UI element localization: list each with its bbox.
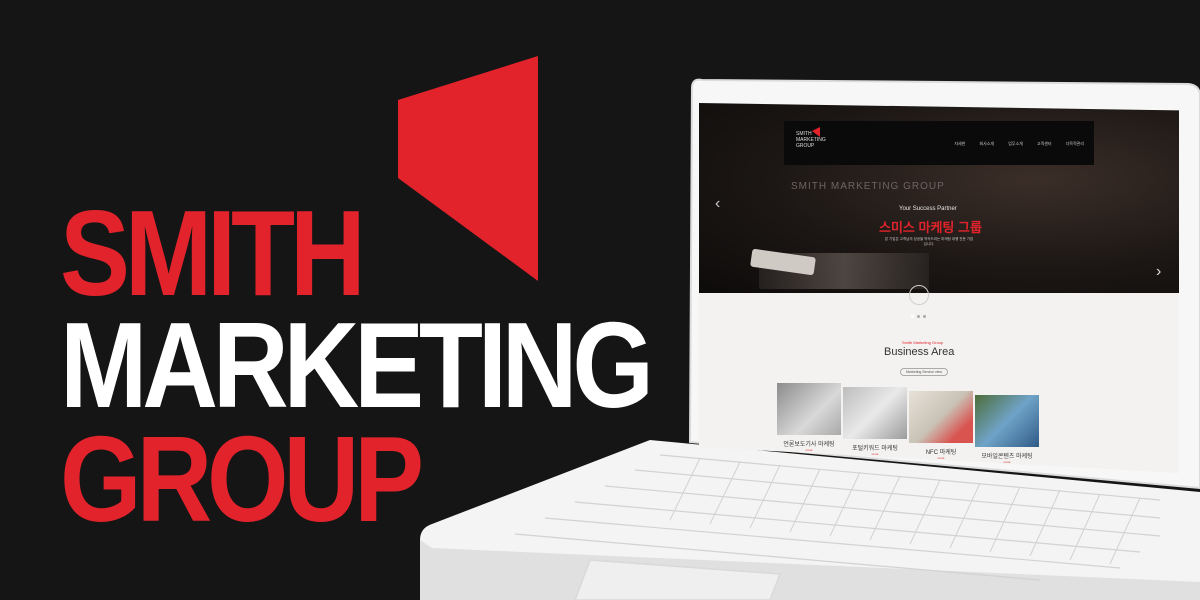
laptop-screen: SMITH MARKETING GROUP SMITH MARKETING GR… xyxy=(699,103,1179,473)
card-label: NFC 마케팅 xyxy=(925,450,957,456)
section-eyebrow: Smith Marketing Group xyxy=(902,340,944,345)
slider-dot-2[interactable] xyxy=(917,315,920,318)
nav-item-4[interactable]: 고객센터 xyxy=(1037,141,1052,147)
card-image xyxy=(777,383,841,435)
nav-item-3[interactable]: 업무소개 xyxy=(1008,141,1023,147)
chevron-left-icon[interactable]: ‹ xyxy=(715,195,720,213)
nav-item-2[interactable]: 회사소개 xyxy=(979,141,994,147)
card-label: 모바일콘텐츠 마케팅 xyxy=(981,454,1033,460)
business-card[interactable]: NFC 마케팅 more xyxy=(909,391,973,460)
site-nav-menu: 자세한 회사소개 업무소개 고객센터 다목적관리 xyxy=(954,141,1084,147)
card-image xyxy=(843,387,907,439)
card-label: 언론보도기사 마케팅 xyxy=(783,442,835,448)
hero-watermark: SMITH MARKETING GROUP xyxy=(791,181,945,192)
chevron-right-icon[interactable]: › xyxy=(1156,263,1161,281)
site-logo-text[interactable]: SMITH MARKETING GROUP xyxy=(796,131,836,149)
nav-item-1[interactable]: 자세한 xyxy=(954,141,965,147)
slider-dot-1[interactable] xyxy=(911,315,914,318)
site-navbar: SMITH MARKETING GROUP 자세한 회사소개 업무소개 고객센터… xyxy=(784,121,1094,165)
card-label: 포털키워드 마케팅 xyxy=(852,446,898,452)
nav-item-5[interactable]: 다목적관리 xyxy=(1066,141,1084,147)
hero-banner: SMITH MARKETING GROUP SMITH MARKETING GR… xyxy=(699,103,1179,293)
scroll-down-button[interactable]: ⌄ xyxy=(909,285,929,305)
hero-title: 스미스 마케팅 그룹 xyxy=(879,220,982,235)
business-card[interactable]: 언론보도기사 마케팅 more xyxy=(777,383,841,452)
card-more-link[interactable]: more xyxy=(777,448,841,452)
chevron-down-icon: ⌄ xyxy=(915,289,923,299)
hero-tagline: Your Success Partner xyxy=(899,206,957,212)
hero-description: 본 기업은 고객님의 성공을 약속드리는 마케팅 대행 전문 기업입니다. xyxy=(884,237,974,246)
slider-dots xyxy=(911,315,926,318)
business-card[interactable]: 포털키워드 마케팅 more xyxy=(843,387,907,456)
business-card[interactable]: 모바일콘텐츠 마케팅 more xyxy=(975,395,1039,464)
canvas: SMITH MARKETING GROUP SMITH MARKETING GR… xyxy=(0,0,1200,600)
card-image xyxy=(909,391,973,443)
slider-dot-3[interactable] xyxy=(923,315,926,318)
card-image xyxy=(975,395,1039,447)
